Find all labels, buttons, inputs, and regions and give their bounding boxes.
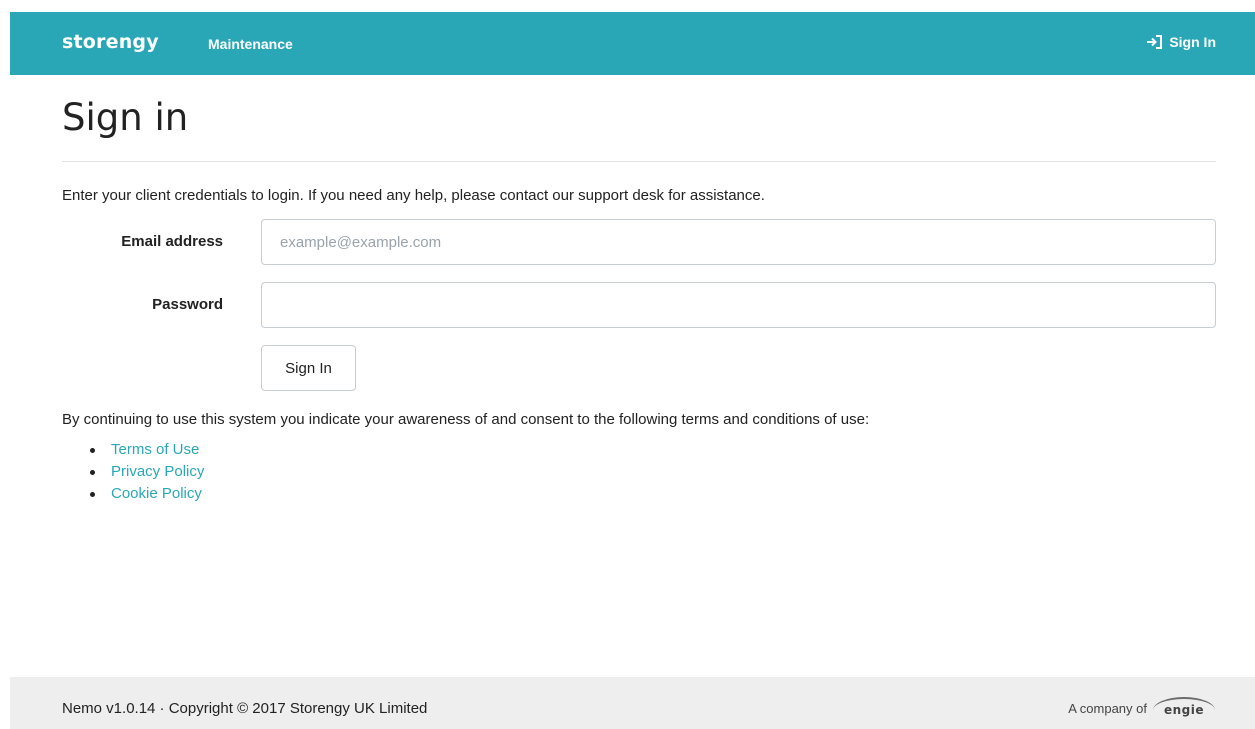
email-label: Email address bbox=[121, 233, 223, 250]
email-field[interactable] bbox=[261, 219, 1216, 265]
password-field[interactable] bbox=[261, 282, 1216, 328]
cookie-policy-link[interactable]: Cookie Policy bbox=[111, 485, 202, 502]
terms-of-use-link[interactable]: Terms of Use bbox=[111, 441, 199, 458]
nav-signin-link[interactable]: Sign In bbox=[1147, 34, 1216, 50]
title-divider bbox=[62, 161, 1216, 162]
company-prefix: A company of bbox=[1068, 700, 1147, 716]
list-item: Cookie Policy bbox=[90, 485, 204, 507]
page-footer: Nemo v1.0.14 · Copyright © 2017 Storengy… bbox=[10, 677, 1255, 729]
sign-in-button[interactable]: Sign In bbox=[261, 345, 356, 391]
nav-link-maintenance[interactable]: Maintenance bbox=[208, 36, 293, 52]
engie-logo: engie bbox=[1153, 697, 1215, 719]
page-title: Sign in bbox=[62, 96, 189, 139]
nav-signin-label: Sign In bbox=[1169, 34, 1216, 50]
intro-text: Enter your client credentials to login. … bbox=[62, 187, 765, 204]
brand-logo[interactable]: storengy bbox=[62, 31, 159, 53]
top-navbar: storengy Maintenance Sign In bbox=[10, 12, 1255, 75]
terms-links-list: Terms of Use Privacy Policy Cookie Polic… bbox=[90, 441, 204, 507]
password-label: Password bbox=[152, 296, 223, 313]
list-item: Terms of Use bbox=[90, 441, 204, 463]
footer-company: A company of engie bbox=[1068, 697, 1215, 719]
sign-in-icon bbox=[1147, 35, 1163, 49]
consent-text: By continuing to use this system you ind… bbox=[62, 411, 870, 428]
privacy-policy-link[interactable]: Privacy Policy bbox=[111, 463, 204, 480]
footer-copyright: Nemo v1.0.14 · Copyright © 2017 Storengy… bbox=[62, 700, 428, 717]
list-item: Privacy Policy bbox=[90, 463, 204, 485]
